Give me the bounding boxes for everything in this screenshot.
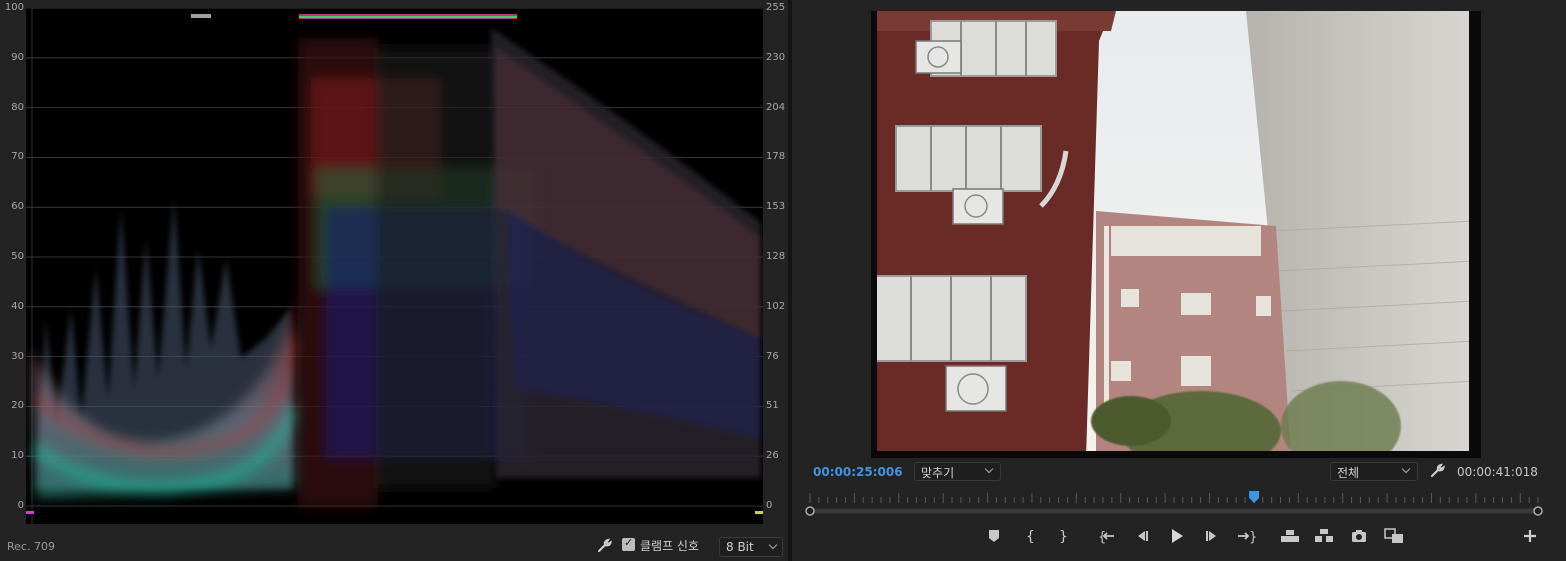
playhead[interactable] [1249,491,1260,503]
axis-tick-label: 20 [11,400,24,412]
playback-resolution-dropdown[interactable]: 전체 [1330,462,1418,481]
extract-icon[interactable] [1312,524,1336,548]
lumetri-scopes-panel: 100 90 80 70 60 50 40 30 20 10 0 255 230 204 178 153 12… [0,0,788,561]
waveform-display [26,8,763,524]
scope-footer: Rec. 709 ✓ 클램프 신호 8 Bit [0,534,788,561]
axis-tick-label: 90 [11,51,24,63]
clip-line-1 [191,14,211,18]
baseline-marker-left [26,511,34,514]
svg-text:}: } [1059,529,1068,545]
chevron-down-icon [984,464,994,474]
transport-controls: { } { } [792,524,1566,550]
axis-tick-label: 60 [11,201,24,213]
play-icon[interactable] [1164,524,1188,548]
mark-in-icon[interactable]: { [1018,524,1042,548]
time-ruler[interactable] [804,490,1544,520]
clip-line-3 [299,16,517,18]
zoom-level-dropdown[interactable]: 맞추기 [914,462,1001,481]
axis-tick-label: 70 [11,151,24,163]
baseline-marker-right [755,511,763,514]
zoom-level-value: 맞추기 [921,466,955,480]
axis-tick-label: 100 [4,2,24,13]
clamp-signal-label: 클램프 신호 [640,539,700,553]
current-timecode[interactable]: 00:00:25:006 [813,465,903,479]
program-monitor-panel: 00:00:25:006 맞추기 전체 00:00:41:018 { } { } [792,0,1566,561]
compare-icon[interactable] [1382,524,1406,548]
svg-text:{: { [1026,529,1035,545]
clamp-signal-checkbox[interactable]: ✓ [622,536,635,551]
axis-tick-label: 80 [11,101,24,113]
axis-tick-label: 50 [11,251,24,262]
wrench-icon[interactable] [1429,463,1446,479]
marker-icon[interactable] [982,524,1006,548]
mark-out-icon[interactable]: } [1050,524,1074,548]
zoom-handle-right[interactable] [1533,506,1543,516]
zoom-handle-left[interactable] [805,506,815,516]
step-back-icon[interactable] [1130,524,1154,548]
chevron-down-icon [1401,464,1411,474]
lift-icon[interactable] [1278,524,1302,548]
duration-timecode: 00:00:41:018 [1457,465,1538,479]
axis-tick-label: 40 [11,300,24,312]
bit-depth-value: 8 Bit [726,540,754,554]
video-frame-image [871,11,1481,458]
svg-text:}: } [1249,530,1257,545]
color-standard-label: Rec. 709 [7,540,55,553]
chevron-down-icon [768,540,778,550]
go-to-out-icon[interactable]: } [1234,524,1258,548]
add-icon[interactable] [1518,524,1542,548]
waveform-graphic [26,8,763,524]
bit-depth-dropdown[interactable]: 8 Bit [719,537,783,557]
axis-tick-label: 10 [11,450,24,462]
check-icon: ✓ [624,536,634,549]
ruler-ticks [809,493,1539,503]
waveform-right-fan [491,28,761,478]
wrench-icon[interactable] [596,538,613,554]
axis-tick-label: 30 [11,350,24,362]
go-to-in-icon[interactable]: { [1095,524,1119,548]
camera-icon[interactable] [1347,524,1371,548]
axis-tick-label: 0 [17,500,24,511]
playback-resolution-value: 전체 [1337,466,1360,480]
step-forward-icon[interactable] [1200,524,1224,548]
video-preview [871,11,1481,458]
